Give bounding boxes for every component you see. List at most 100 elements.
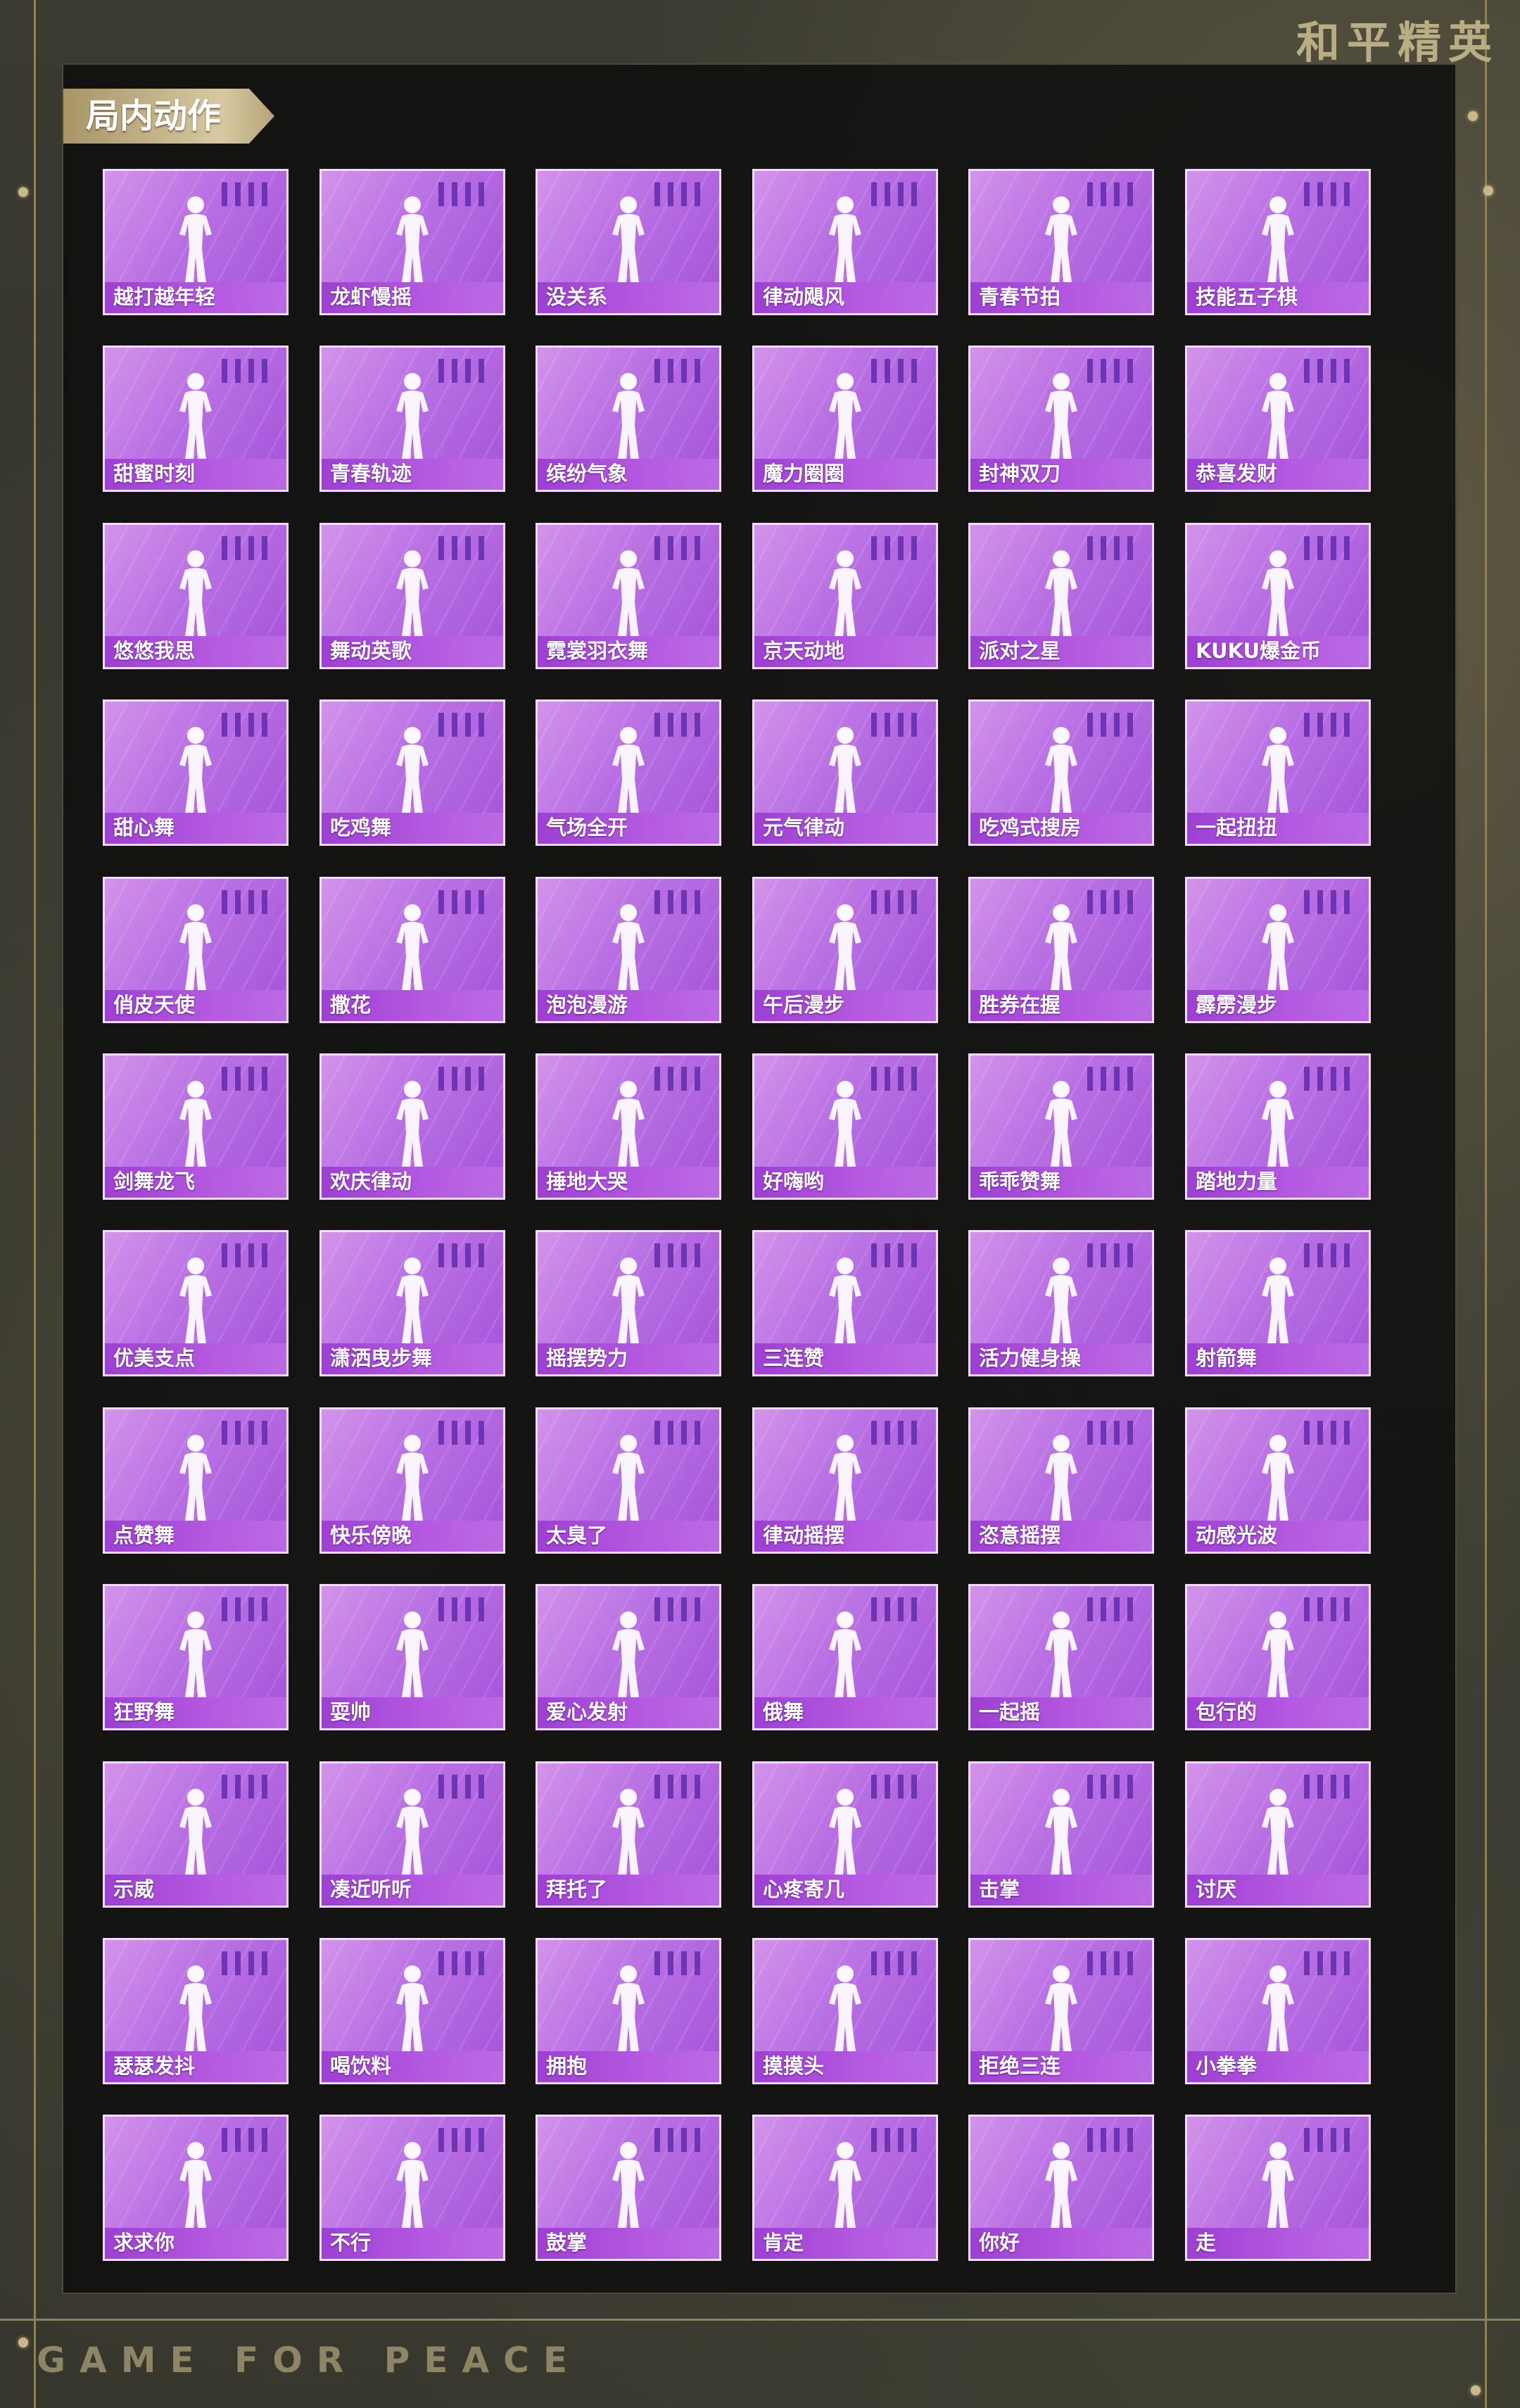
emote-card[interactable]: 青春轨迹 — [319, 346, 505, 492]
emote-card[interactable]: 龙虾慢摇 — [319, 169, 505, 315]
emote-name: 悠悠我思 — [113, 639, 196, 663]
dancer-figure-icon — [1239, 369, 1317, 460]
emote-card[interactable]: 捶地大哭 — [536, 1053, 721, 1200]
emote-card[interactable]: 撒花 — [319, 877, 505, 1023]
emote-card[interactable]: 缤纷气象 — [536, 346, 721, 492]
emote-name: 京天动地 — [763, 639, 845, 663]
emote-card[interactable]: 欢庆律动 — [319, 1053, 505, 1200]
emote-name: 律动飓风 — [763, 285, 845, 309]
emote-card[interactable]: 快乐傍晚 — [319, 1407, 505, 1554]
emote-card[interactable]: 活力健身操 — [968, 1230, 1154, 1376]
emote-card[interactable]: 肯定 — [752, 2115, 938, 2261]
emote-card[interactable]: 霓裳羽衣舞 — [536, 523, 721, 669]
emote-card[interactable]: 京天动地 — [752, 523, 938, 669]
emote-card[interactable]: 元气律动 — [752, 699, 938, 846]
emote-card[interactable]: 拒绝三连 — [968, 1938, 1154, 2084]
dancer-figure-icon — [806, 723, 884, 814]
emote-card[interactable]: 摸摸头 — [752, 1938, 938, 2084]
emote-card[interactable]: 摇摆势力 — [536, 1230, 721, 1376]
emote-card[interactable]: 潇洒曳步舞 — [319, 1230, 505, 1376]
emote-card[interactable]: 狂野舞 — [103, 1584, 289, 1730]
dancer-figure-icon — [806, 1431, 884, 1522]
emote-card[interactable]: 一起摇 — [968, 1584, 1154, 1730]
emote-name: 欢庆律动 — [330, 1170, 412, 1193]
emote-card[interactable]: 瑟瑟发抖 — [103, 1938, 289, 2084]
emote-card[interactable]: 小拳拳 — [1185, 1938, 1371, 2084]
frame-border-left — [34, 0, 36, 2408]
emote-card[interactable]: KUKU爆金币 — [1185, 523, 1371, 669]
dancer-figure-icon — [157, 1961, 234, 2053]
emote-name: 射箭舞 — [1196, 1346, 1258, 1370]
emote-card[interactable]: 恭喜发财 — [1185, 346, 1371, 492]
emote-card[interactable]: 拜托了 — [536, 1761, 721, 1908]
emote-card[interactable]: 乖乖赞舞 — [968, 1053, 1154, 1200]
emote-card[interactable]: 踏地力量 — [1185, 1053, 1371, 1200]
emote-name: 吃鸡式搜房 — [979, 816, 1082, 839]
emote-card[interactable]: 动感光波 — [1185, 1407, 1371, 1554]
emote-name: 乖乖赞舞 — [979, 1170, 1061, 1193]
frame-dot — [18, 2338, 28, 2347]
emote-card[interactable]: 午后漫步 — [752, 877, 938, 1023]
emote-card[interactable]: 吃鸡式搜房 — [968, 699, 1154, 846]
emote-name: 瑟瑟发抖 — [113, 2054, 196, 2078]
dancer-figure-icon — [806, 1961, 884, 2053]
emote-card[interactable]: 甜蜜时刻 — [103, 346, 289, 492]
emote-name: 律动摇摆 — [763, 1523, 845, 1547]
emote-card[interactable]: 求求你 — [103, 2115, 289, 2261]
dancer-figure-icon — [374, 546, 451, 638]
dancer-figure-icon — [590, 546, 667, 638]
emote-card[interactable]: 悠悠我思 — [103, 523, 289, 669]
emote-card[interactable]: 凑近听听 — [319, 1761, 505, 1908]
emote-card[interactable]: 示威 — [103, 1761, 289, 1908]
emote-card[interactable]: 舞动英歌 — [319, 523, 505, 669]
emote-card[interactable]: 恣意摇摆 — [968, 1407, 1154, 1554]
emote-card[interactable]: 拥抱 — [536, 1938, 721, 2084]
emote-card[interactable]: 封神双刀 — [968, 346, 1154, 492]
emote-card[interactable]: 俏皮天使 — [103, 877, 289, 1023]
emote-card[interactable]: 青春节拍 — [968, 169, 1154, 315]
emote-card[interactable]: 击掌 — [968, 1761, 1154, 1908]
emote-card[interactable]: 甜心舞 — [103, 699, 289, 846]
emote-card[interactable]: 你好 — [968, 2115, 1154, 2261]
emote-card[interactable]: 魔力圈圈 — [752, 346, 938, 492]
emote-card[interactable]: 律动飓风 — [752, 169, 938, 315]
emote-card[interactable]: 耍帅 — [319, 1584, 505, 1730]
emote-card[interactable]: 射箭舞 — [1185, 1230, 1371, 1376]
emote-card[interactable]: 心疼寄几 — [752, 1761, 938, 1908]
emote-card[interactable]: 剑舞龙飞 — [103, 1053, 289, 1200]
emote-card[interactable]: 讨厌 — [1185, 1761, 1371, 1908]
emote-card[interactable]: 霹雳漫步 — [1185, 877, 1371, 1023]
emote-card[interactable]: 包行的 — [1185, 1584, 1371, 1730]
emote-card[interactable]: 一起扭扭 — [1185, 699, 1371, 846]
dancer-figure-icon — [1239, 1253, 1317, 1345]
emote-card[interactable]: 胜券在握 — [968, 877, 1154, 1023]
dancer-figure-icon — [157, 1785, 234, 1876]
emote-card[interactable]: 律动摇摆 — [752, 1407, 938, 1554]
emote-card[interactable]: 优美支点 — [103, 1230, 289, 1376]
emote-card[interactable]: 没关系 — [536, 169, 721, 315]
emote-card[interactable]: 技能五子棋 — [1185, 169, 1371, 315]
emote-card[interactable]: 好嗨哟 — [752, 1053, 938, 1200]
emote-card[interactable]: 爱心发射 — [536, 1584, 721, 1730]
emote-name: 摇摆势力 — [546, 1346, 628, 1370]
emote-card[interactable]: 太臭了 — [536, 1407, 721, 1554]
emote-card[interactable]: 三连赞 — [752, 1230, 938, 1376]
emote-card[interactable]: 走 — [1185, 2115, 1371, 2261]
dancer-figure-icon — [590, 2138, 667, 2229]
emote-card[interactable]: 越打越年轻 — [103, 169, 289, 315]
emote-name: 捶地大哭 — [546, 1170, 628, 1193]
emote-card[interactable]: 点赞舞 — [103, 1407, 289, 1554]
dancer-figure-icon — [1022, 1077, 1100, 1168]
emote-name: 你好 — [979, 2231, 1020, 2255]
dancer-figure-icon — [1022, 546, 1100, 638]
emote-card[interactable]: 泡泡漫游 — [536, 877, 721, 1023]
emote-card[interactable]: 鼓掌 — [536, 2115, 721, 2261]
emote-card[interactable]: 俄舞 — [752, 1584, 938, 1730]
emote-card[interactable]: 喝饮料 — [319, 1938, 505, 2084]
emote-name: 越打越年轻 — [113, 285, 216, 309]
emote-card[interactable]: 吃鸡舞 — [319, 699, 505, 846]
emote-card[interactable]: 不行 — [319, 2115, 505, 2261]
emote-card[interactable]: 派对之星 — [968, 523, 1154, 669]
emote-card[interactable]: 气场全开 — [536, 699, 721, 846]
emote-name: 包行的 — [1196, 1700, 1258, 1724]
